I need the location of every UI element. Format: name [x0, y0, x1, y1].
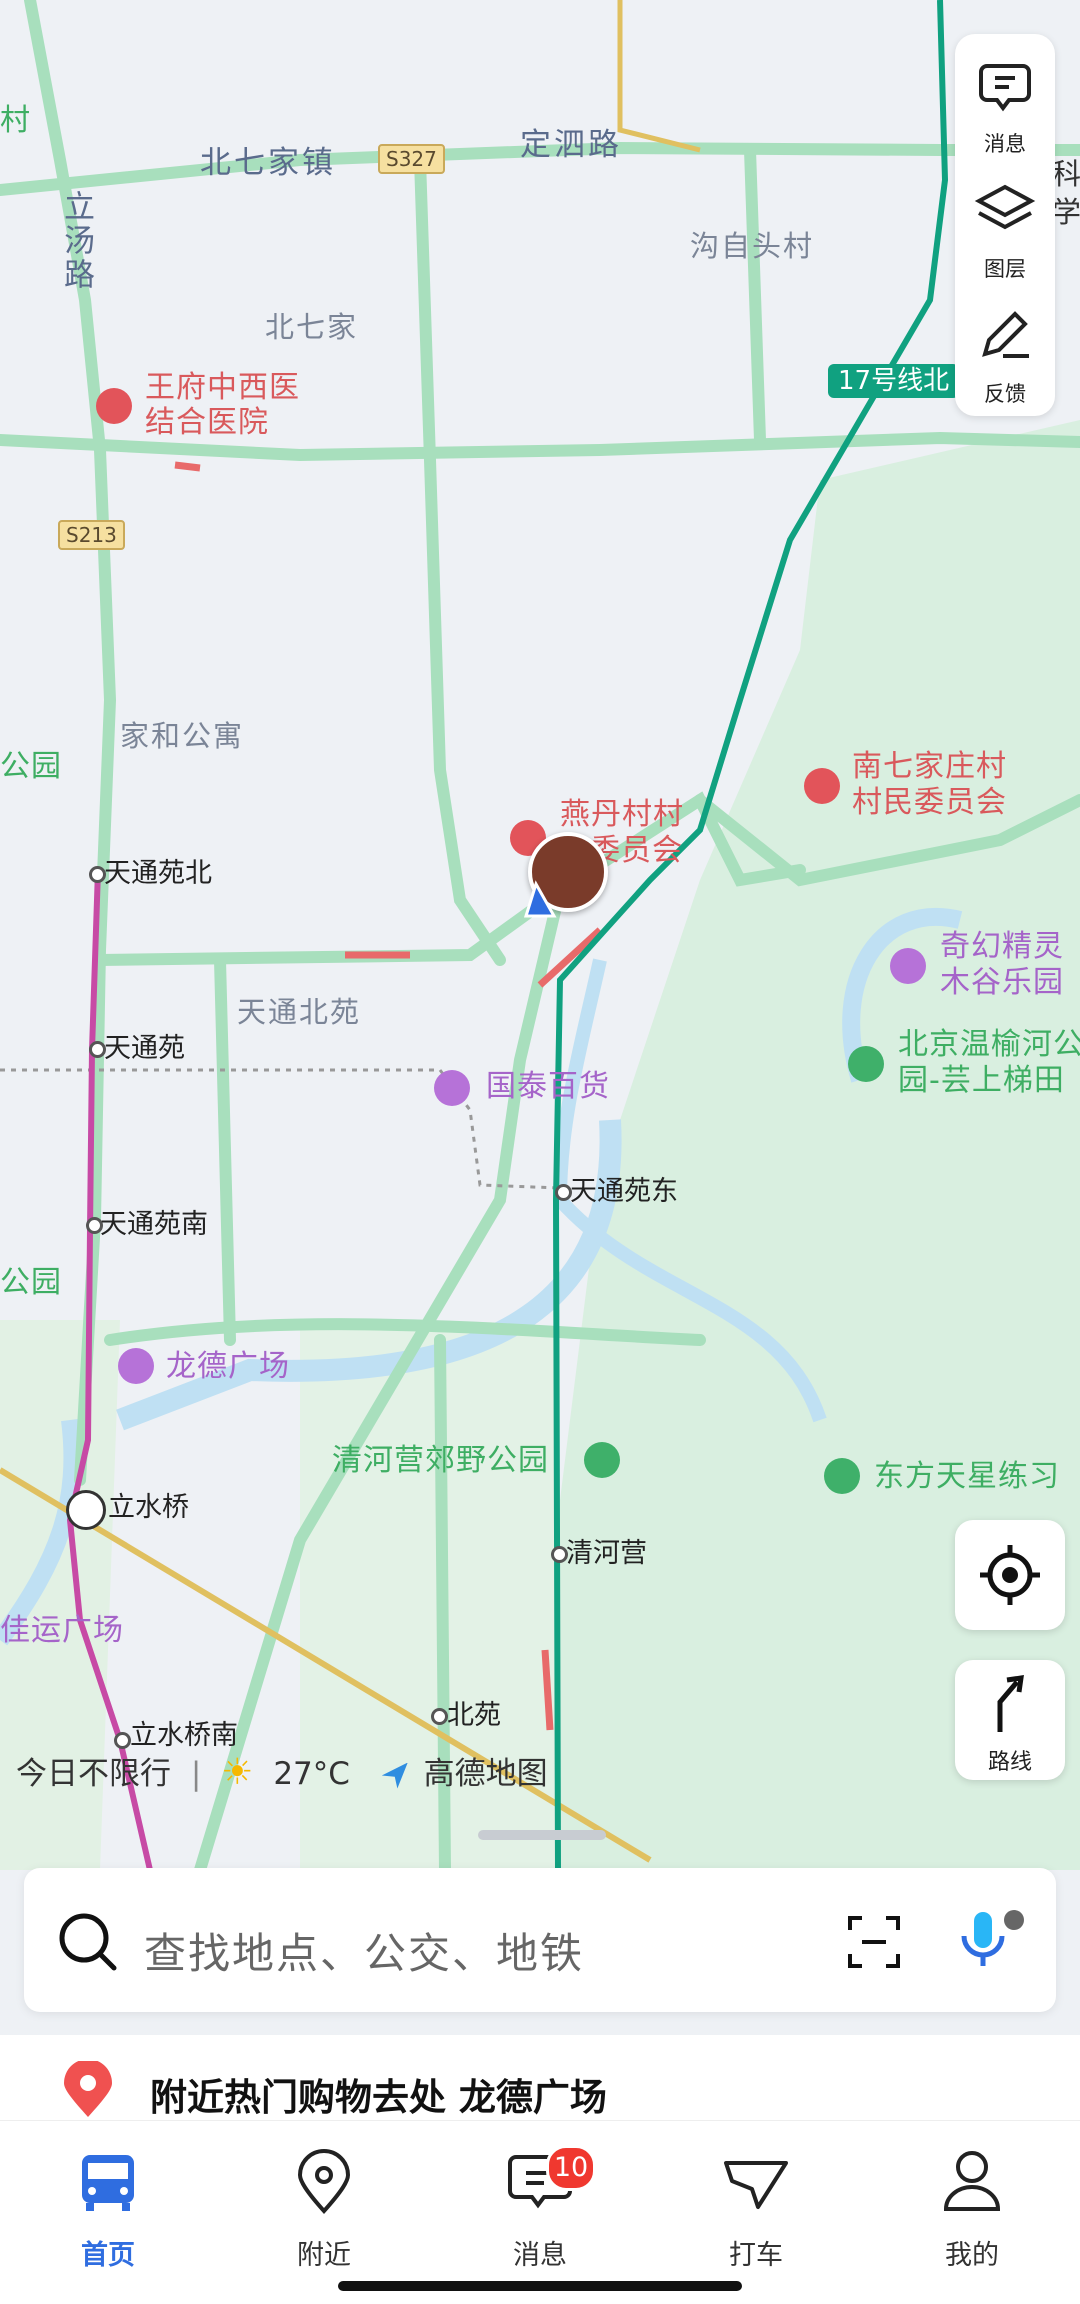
route-button[interactable]: 路线 [955, 1660, 1065, 1780]
taxi-icon [724, 2161, 788, 2209]
map-base [0, 0, 1080, 1870]
tab-nearby[interactable]: 附近 [254, 2141, 394, 2271]
map-canvas[interactable]: 北七家镇 定泗路 立汤路 S327 S213 沟自头村 北七家 家和公寓 天通北… [0, 0, 1080, 1870]
place-label: 公园 [0, 749, 62, 784]
feedback-tool-button[interactable]: 反馈 [955, 294, 1055, 414]
government-icon[interactable] [804, 768, 840, 804]
search-box[interactable]: 查找地点、公交、地铁 [24, 1868, 1056, 2012]
home-indicator[interactable] [338, 2281, 742, 2291]
recommendation-text: 附近热门购物去处 龙德广场 [150, 2076, 607, 2119]
shopping-bag-icon[interactable] [118, 1348, 154, 1384]
station-dot [114, 1732, 131, 1749]
place-label: 科 [1052, 157, 1080, 191]
place-label: 家和公寓 [120, 719, 245, 753]
tab-taxi[interactable]: 打车 [686, 2141, 826, 2271]
station-label[interactable]: 天通苑南 [100, 1211, 208, 1238]
road-label: 立汤路 [58, 190, 94, 292]
weather-bar[interactable]: 今日不限行 | ☀ 27°C 高德地图 [16, 1748, 548, 1793]
separator: | [190, 1756, 202, 1792]
user-icon [943, 2151, 1001, 2211]
station-label[interactable]: 北苑 [447, 1702, 501, 1729]
place-label: 村 [0, 103, 31, 138]
poi-label[interactable]: 东方天星练习 [874, 1462, 1060, 1492]
station-dot [431, 1708, 448, 1725]
station-label[interactable]: 天通苑 [104, 1035, 185, 1062]
transfer-station-icon [66, 1490, 106, 1530]
tab-label: 首页 [81, 2240, 135, 2271]
station-label[interactable]: 清河营 [566, 1540, 647, 1567]
location-pin-icon [297, 2149, 351, 2214]
poi-label[interactable]: 王府中西医 [145, 373, 300, 403]
tool-label: 反馈 [984, 382, 1026, 406]
poi-label[interactable]: 南七家庄村 [852, 752, 1007, 782]
location-pin-icon [64, 2061, 112, 2117]
search-input[interactable]: 查找地点、公交、地铁 [144, 1920, 584, 1981]
scan-icon[interactable] [844, 1912, 904, 1972]
sun-icon: ☀ [221, 1752, 254, 1793]
park-icon[interactable] [824, 1458, 860, 1494]
hospital-icon[interactable] [96, 388, 132, 424]
place-label: 公园 [0, 1265, 62, 1300]
sheet-drag-handle[interactable] [478, 1830, 606, 1840]
shopping-bag-icon[interactable] [434, 1070, 470, 1106]
station-label[interactable]: 天通苑北 [104, 860, 212, 887]
station-label[interactable]: 立水桥 [108, 1494, 189, 1521]
road-label: 北七家镇 [200, 145, 336, 181]
highway-shield: S327 [378, 144, 445, 174]
route-label: 路线 [987, 1750, 1032, 1775]
map-tools-panel: 消息 图层 反馈 [955, 34, 1055, 416]
poi-label[interactable]: 木谷乐园 [940, 968, 1064, 998]
station-label[interactable]: 立水桥南 [130, 1722, 238, 1749]
bottom-tab-bar: 首页 附近 10 消息 打车 我的 [0, 2120, 1080, 2304]
road-label: 定泗路 [520, 127, 622, 163]
messages-tool-button[interactable]: 消息 [955, 44, 1055, 164]
search-icon [59, 1913, 117, 1971]
poi-label[interactable]: 北京温榆河公 [898, 1030, 1080, 1060]
place-label: 天通北苑 [237, 995, 362, 1029]
locate-icon [980, 1545, 1040, 1605]
poi-label[interactable]: 龙德广场 [166, 1352, 290, 1382]
poi-label[interactable]: 燕丹村村 [560, 800, 684, 830]
tab-label: 打车 [729, 2240, 783, 2271]
poi-label[interactable]: 奇幻精灵 [940, 932, 1064, 962]
park-icon[interactable] [848, 1046, 884, 1082]
bus-icon [82, 2155, 134, 2211]
tool-label: 图层 [984, 257, 1026, 281]
tool-label: 消息 [984, 132, 1026, 156]
brand-text: 高德地图 [423, 1756, 548, 1792]
poi-label[interactable]: 国泰百货 [486, 1072, 610, 1102]
poi-label[interactable]: 清河营郊野公园 [332, 1446, 549, 1476]
place-label: 沟自头村 [690, 229, 815, 263]
layers-icon [974, 184, 1036, 230]
tab-label: 我的 [945, 2240, 999, 2271]
amap-logo-icon [381, 1762, 408, 1789]
traffic-restriction-text: 今日不限行 [16, 1756, 171, 1792]
heading-arrow-icon [523, 880, 557, 918]
park-icon[interactable] [584, 1442, 620, 1478]
feedback-icon [982, 311, 1029, 358]
layers-tool-button[interactable]: 图层 [955, 169, 1055, 289]
tab-label: 附近 [297, 2240, 351, 2271]
amusement-icon[interactable] [890, 948, 926, 984]
poi-label[interactable]: 结合医院 [145, 408, 269, 438]
metro-line-label: 17号线北 [828, 364, 960, 398]
poi-label[interactable]: 村民委员会 [852, 788, 1007, 818]
message-icon [979, 64, 1031, 112]
voice-icon[interactable] [954, 1906, 1034, 1976]
highway-shield: S213 [58, 520, 125, 550]
place-label: 北七家 [265, 310, 359, 344]
tab-label: 消息 [513, 2240, 567, 2271]
locate-button[interactable] [955, 1520, 1065, 1630]
tab-messages[interactable]: 10 消息 [470, 2141, 610, 2271]
place-label: 学 [1052, 195, 1080, 229]
tab-profile[interactable]: 我的 [902, 2141, 1042, 2271]
temperature-text: 27°C [273, 1756, 350, 1792]
unread-badge: 10 [546, 2145, 596, 2191]
tab-home[interactable]: 首页 [38, 2141, 178, 2271]
station-label[interactable]: 天通苑东 [570, 1178, 678, 1205]
poi-label[interactable]: 园-芸上梯田 [898, 1066, 1065, 1096]
route-icon [997, 1675, 1024, 1732]
place-label: 佳运广场 [0, 1613, 124, 1648]
